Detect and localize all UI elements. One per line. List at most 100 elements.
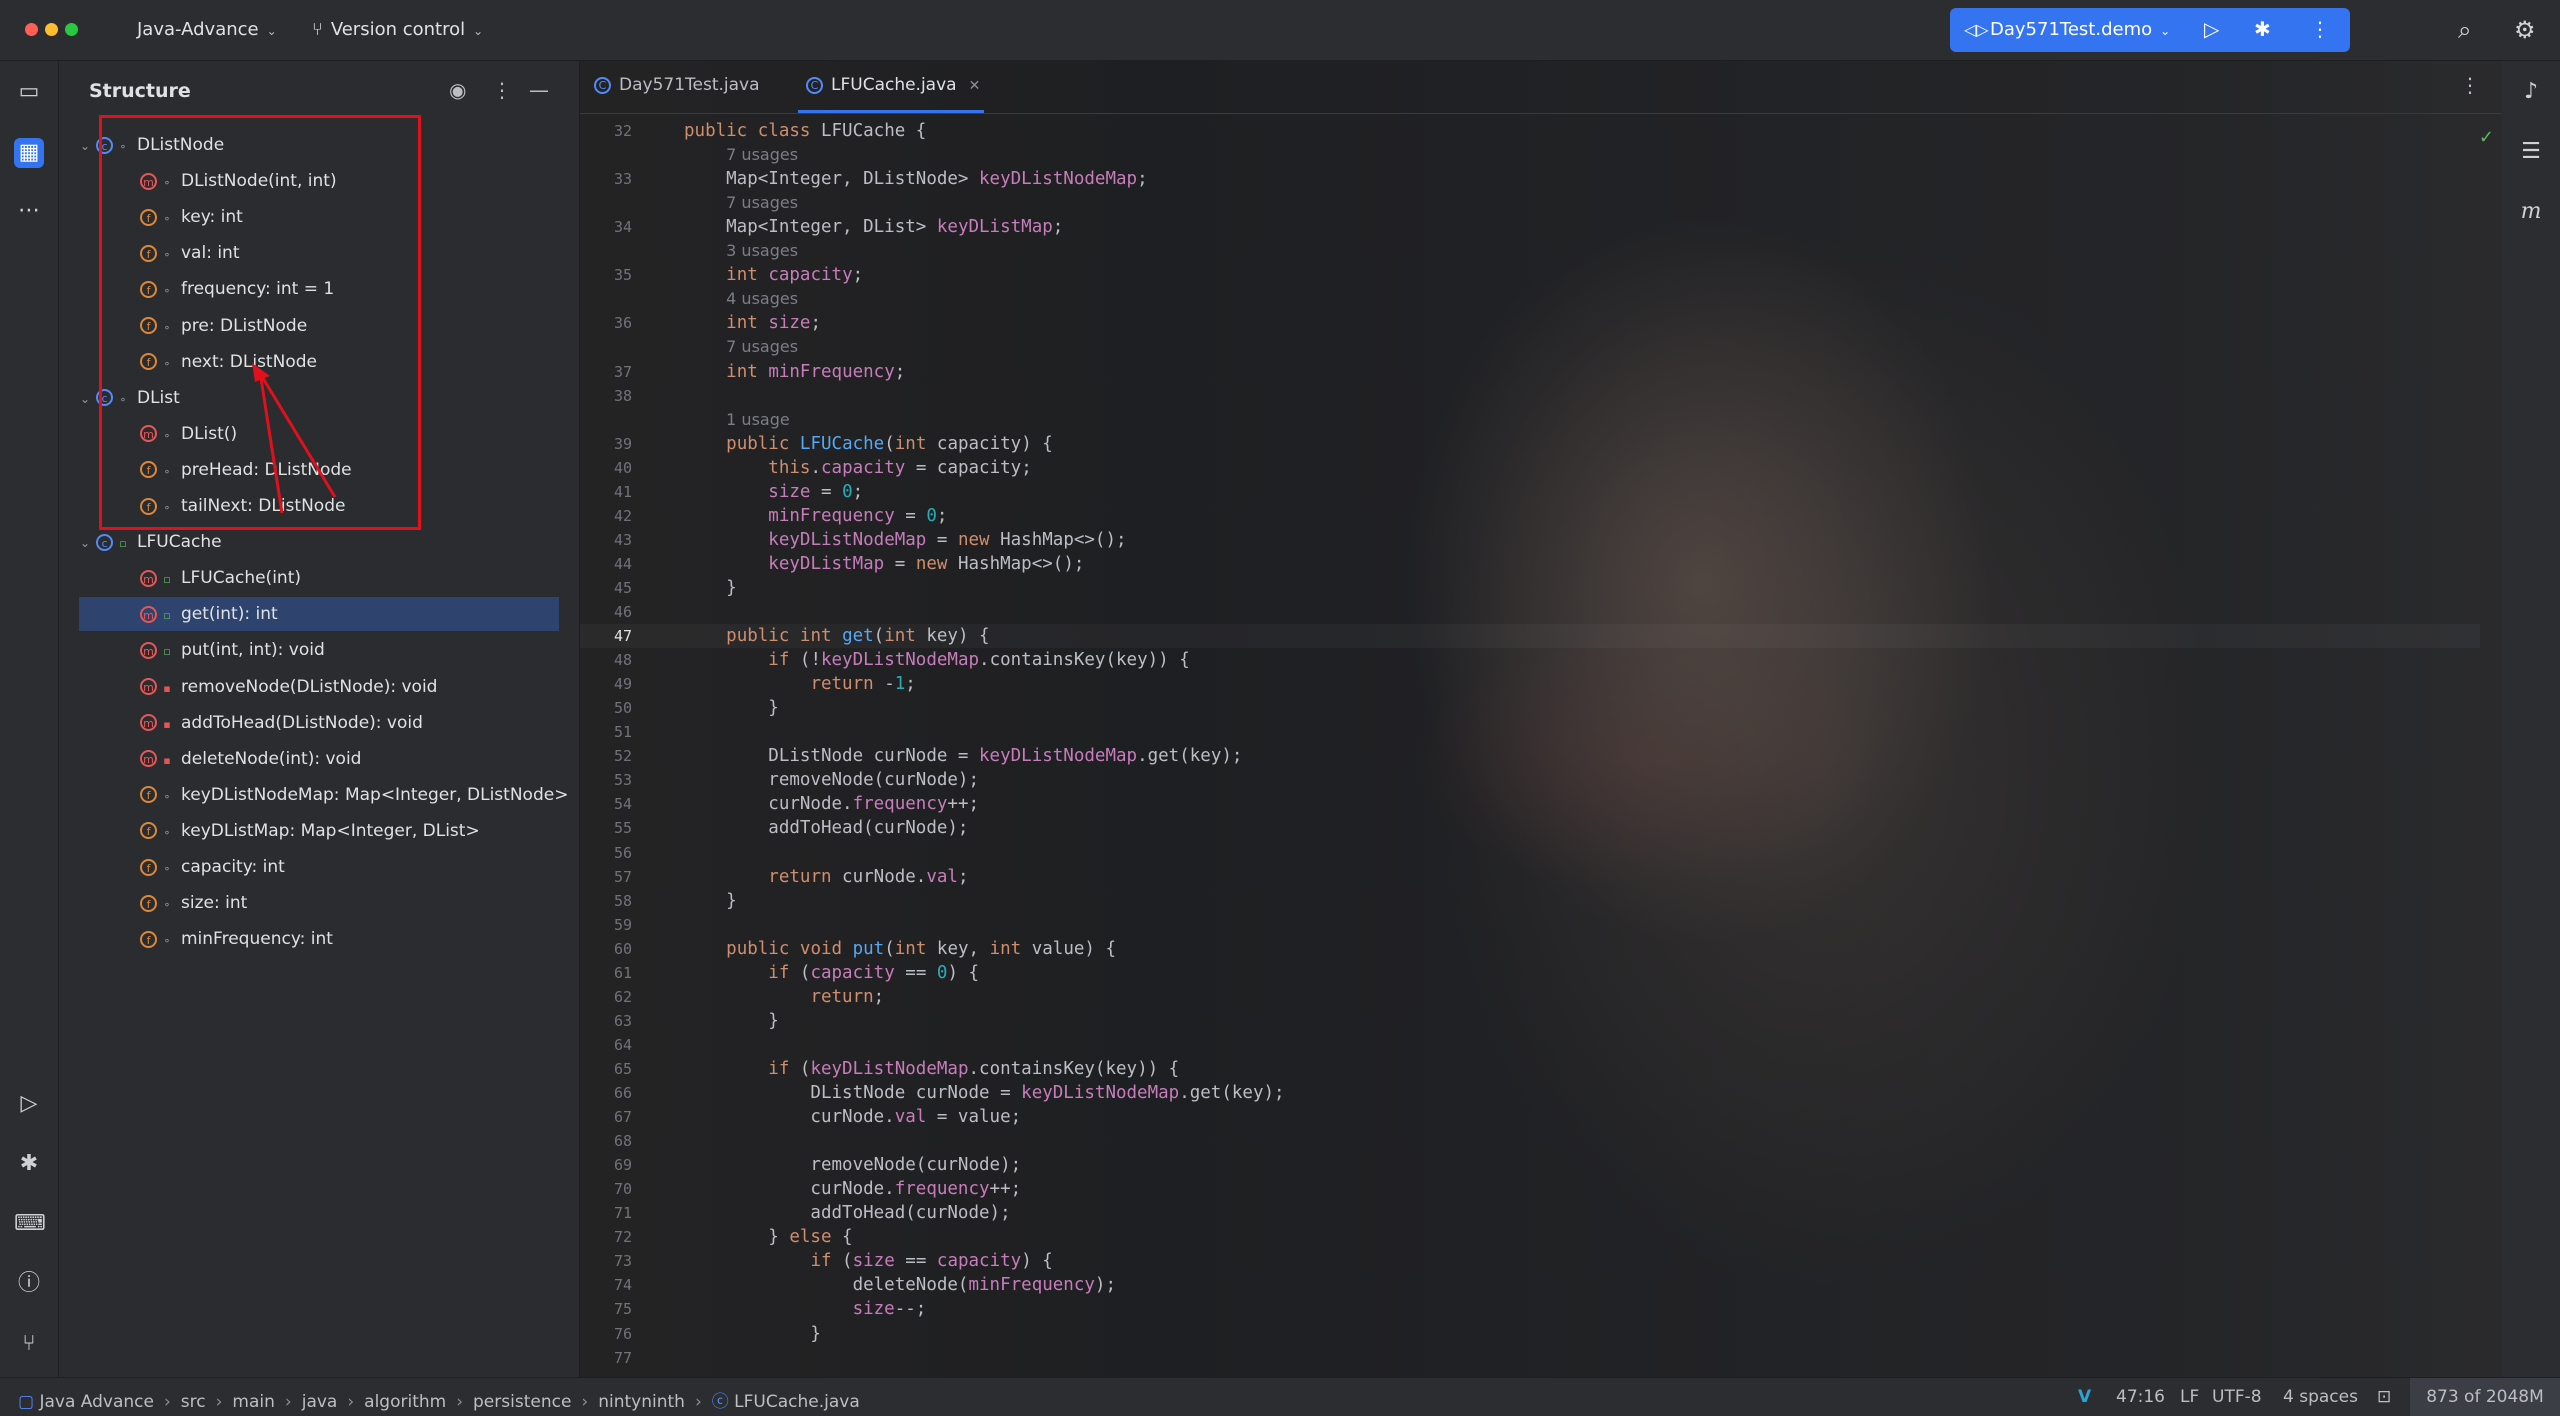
breadcrumb-item[interactable]: main bbox=[232, 1392, 274, 1412]
code-line: } bbox=[684, 1323, 821, 1344]
private-lock-icon: ▪ bbox=[163, 681, 171, 695]
structure-item[interactable]: m ▪ addToHead(DListNode): void bbox=[140, 706, 423, 740]
breadcrumb-item[interactable]: java bbox=[302, 1392, 338, 1412]
more-horizontal-icon[interactable]: ⋯ bbox=[14, 196, 44, 226]
run-config-selector[interactable]: Day571Test.demo ⌄ bbox=[1990, 19, 2170, 40]
tab-lfucache[interactable]: C LFUCache.java ✕ bbox=[806, 75, 980, 95]
close-tab-icon[interactable]: ✕ bbox=[969, 78, 981, 94]
indent-setting[interactable]: 4 spaces bbox=[2283, 1387, 2358, 1407]
settings-gear-icon[interactable]: ⚙ bbox=[2514, 16, 2536, 44]
line-number: 71 bbox=[613, 1204, 632, 1223]
project-name: Java-Advance bbox=[137, 19, 259, 40]
chevron-down-icon[interactable]: ⌄ bbox=[80, 526, 96, 560]
structure-item[interactable]: m ▫ put(int, int): void bbox=[140, 633, 325, 667]
more-vertical-icon[interactable]: ⋮ bbox=[2310, 17, 2330, 41]
private-lock-icon: ▪ bbox=[163, 717, 171, 731]
code-line: public int get(int key) { bbox=[726, 626, 990, 647]
close-window-button[interactable] bbox=[25, 23, 38, 36]
code-line: int size; bbox=[726, 313, 822, 334]
notifications-bell-icon[interactable]: ♪ bbox=[2516, 77, 2546, 107]
code-line: keyDListMap = new HashMap<>(); bbox=[768, 553, 1085, 574]
project-folder-icon[interactable]: ▭ bbox=[14, 77, 44, 107]
line-number: 62 bbox=[613, 987, 632, 1006]
public-visibility-icon: ▫ bbox=[119, 537, 127, 551]
more-vertical-icon[interactable]: ⋮ bbox=[2460, 73, 2480, 97]
memory-indicator[interactable]: 873 of 2048M bbox=[2410, 1378, 2560, 1416]
search-icon[interactable]: ⌕ bbox=[2458, 16, 2471, 44]
code-line: Map<Integer, DListNode> keyDListNodeMap; bbox=[684, 169, 1148, 190]
lock-icon[interactable]: ⊡ bbox=[2377, 1387, 2391, 1407]
code-line: Map<Integer, DList> keyDListMap; bbox=[684, 217, 1064, 238]
package-visibility-icon: ∘ bbox=[163, 898, 171, 912]
code-line: removeNode(curNode); bbox=[684, 1155, 1022, 1176]
no-problems-check-icon: ✓ bbox=[2478, 127, 2494, 148]
line-number: 40 bbox=[613, 458, 632, 477]
chevron-down-icon[interactable]: ⌄ bbox=[80, 382, 96, 416]
structure-item[interactable]: m ▫ get(int): int bbox=[79, 597, 559, 632]
code-line: public void put(int key, int value) { bbox=[726, 938, 1117, 959]
debug-tool-icon[interactable]: ✱ bbox=[14, 1149, 44, 1179]
chevron-right-icon: › bbox=[347, 1392, 355, 1412]
usages-hint: 7 usages bbox=[726, 145, 799, 165]
usages-hint: 4 usages bbox=[726, 289, 799, 309]
breadcrumb-item[interactable]: nintyninth bbox=[598, 1392, 685, 1412]
terminal-icon[interactable]: ⌨ bbox=[14, 1209, 46, 1239]
zoom-window-button[interactable] bbox=[65, 23, 78, 36]
more-vertical-icon[interactable]: ⋮ bbox=[492, 78, 512, 102]
structure-item-label: keyDListMap: Map<Integer, DList> bbox=[181, 820, 480, 841]
vim-icon[interactable]: V bbox=[2078, 1387, 2091, 1407]
caret-position[interactable]: 47:16 bbox=[2116, 1387, 2165, 1407]
breadcrumb-item[interactable]: Java Advance bbox=[39, 1392, 154, 1412]
line-number: 50 bbox=[613, 699, 632, 718]
structure-item-label: size: int bbox=[181, 893, 248, 914]
minimize-window-button[interactable] bbox=[45, 23, 58, 36]
tab-label: Day571Test.java bbox=[619, 75, 760, 95]
breadcrumb-item[interactable]: algorithm bbox=[364, 1392, 446, 1412]
run-icon[interactable]: ▷ bbox=[2204, 17, 2219, 41]
line-number: 51 bbox=[613, 723, 632, 742]
breadcrumb-item[interactable]: LFUCache.java bbox=[734, 1392, 860, 1412]
structure-item[interactable]: ⌄ c ▫ LFUCache bbox=[80, 525, 222, 559]
structure-item[interactable]: f ∘ minFrequency: int bbox=[140, 922, 333, 956]
structure-item[interactable]: f ∘ keyDListNodeMap: Map<Integer, DListNod… bbox=[140, 778, 568, 812]
method-icon: m bbox=[140, 605, 157, 623]
breadcrumb-item[interactable]: src bbox=[181, 1392, 206, 1412]
tab-day571test[interactable]: C Day571Test.java bbox=[594, 75, 760, 95]
line-number: 57 bbox=[613, 867, 632, 886]
line-number: 74 bbox=[613, 1276, 632, 1295]
field-icon: f bbox=[140, 930, 157, 948]
line-separator[interactable]: LF bbox=[2180, 1387, 2199, 1407]
structure-item[interactable]: f ∘ keyDListMap: Map<Integer, DList> bbox=[140, 814, 480, 848]
structure-item[interactable]: m ▪ deleteNode(int): void bbox=[140, 742, 361, 776]
maven-icon[interactable]: m bbox=[2516, 197, 2546, 227]
method-icon: m bbox=[140, 569, 157, 587]
file-encoding[interactable]: UTF-8 bbox=[2212, 1387, 2262, 1407]
structure-icon[interactable]: ▦ bbox=[14, 138, 44, 168]
structure-item[interactable]: m ▫ LFUCache(int) bbox=[140, 561, 301, 595]
problems-icon[interactable]: ⓘ bbox=[14, 1269, 44, 1299]
chevron-down-icon[interactable]: ⌄ bbox=[80, 129, 96, 163]
usages-hint: 7 usages bbox=[726, 337, 799, 357]
debug-icon[interactable]: ✱ bbox=[2254, 17, 2271, 41]
project-selector[interactable]: Java-Advance ⌄ bbox=[137, 19, 277, 40]
structure-item[interactable]: f ∘ capacity: int bbox=[140, 850, 285, 884]
field-icon: f bbox=[140, 858, 157, 876]
line-number: 37 bbox=[613, 362, 632, 381]
minimize-panel-icon[interactable]: — bbox=[529, 78, 549, 102]
eye-icon[interactable]: ◉ bbox=[449, 78, 466, 102]
version-control-menu[interactable]: ⑂ Version control ⌄ bbox=[312, 19, 483, 40]
chevron-right-icon: › bbox=[694, 1392, 702, 1412]
structure-item[interactable]: f ∘ size: int bbox=[140, 886, 247, 920]
breadcrumb-item[interactable]: persistence bbox=[473, 1392, 571, 1412]
line-number: 70 bbox=[613, 1180, 632, 1199]
database-icon[interactable]: ☰ bbox=[2516, 137, 2546, 167]
structure-item[interactable]: m ▪ removeNode(DListNode): void bbox=[140, 670, 437, 704]
line-number bbox=[580, 191, 632, 215]
line-number: 60 bbox=[613, 939, 632, 958]
chevron-right-icon: › bbox=[163, 1392, 171, 1412]
structure-item-label: keyDListNodeMap: Map<Integer, DListNode> bbox=[181, 784, 569, 805]
run-tool-icon[interactable]: ▷ bbox=[14, 1089, 44, 1119]
run-config-label: Day571Test.demo bbox=[1990, 19, 2153, 40]
line-number: 56 bbox=[613, 843, 632, 862]
git-icon[interactable]: ⑂ bbox=[14, 1329, 44, 1359]
